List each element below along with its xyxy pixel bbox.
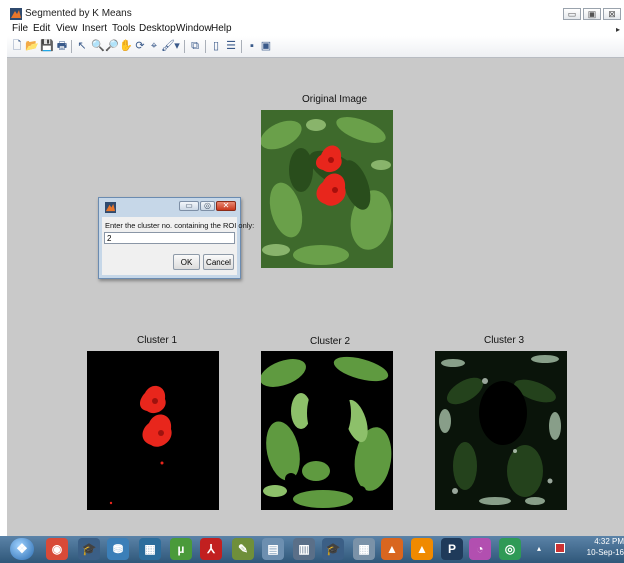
dialog-maximize-button[interactable]: ◎ [200, 201, 215, 211]
network-app-icon[interactable]: ⛃ [107, 538, 129, 560]
dialog-close-button[interactable]: ✕ [216, 201, 236, 211]
picasa-icon[interactable]: ◔ [469, 538, 491, 560]
close-button[interactable]: ⊠ [603, 8, 621, 20]
cluster-3-image [435, 351, 567, 510]
start-button[interactable]: ❖ [10, 538, 34, 560]
dialog-body: Enter the cluster no. containing the ROI… [102, 217, 254, 275]
original-image [261, 110, 393, 268]
matlab-logo-icon [105, 202, 116, 213]
toolbar-separator [205, 40, 206, 53]
menu-window[interactable]: Window [176, 23, 212, 34]
zoom-in-icon[interactable]: 🔍 [91, 39, 105, 53]
maximize-button[interactable]: ▣ [583, 8, 601, 20]
cluster-1-image [87, 351, 219, 510]
menu-desktop[interactable]: Desktop [139, 23, 176, 34]
cluster-input-dialog: ▭ ◎ ✕ Enter the cluster no. containing t… [98, 197, 254, 279]
menu-edit[interactable]: Edit [33, 23, 50, 34]
menu-bar: File Edit View Insert Tools Desktop Wind… [7, 22, 624, 36]
notification-area-icon[interactable]: ▴ [533, 540, 545, 558]
graduation-app-2-icon[interactable]: 🎓 [322, 538, 344, 560]
figure-toolbar: 🗋 📂 💾 🖶 ↖ 🔍 🔎 ✋ ⟳ ⌖ 🖌 ▾ ⧉ ▯ ☰ ▪ ▣ [7, 36, 624, 58]
menu-insert[interactable]: Insert [82, 23, 107, 34]
hide-plot-tools-icon[interactable]: ▪ [245, 39, 259, 53]
dialog-minimize-button[interactable]: ▭ [179, 201, 199, 211]
menu-overflow-icon[interactable]: ▸ [616, 25, 620, 34]
menu-tools[interactable]: Tools [112, 23, 135, 34]
show-plot-tools-icon[interactable]: ▣ [259, 39, 273, 53]
matlab-logo-icon [10, 8, 22, 20]
menu-help[interactable]: Help [211, 23, 232, 34]
menu-view[interactable]: View [56, 23, 78, 34]
zoom-out-icon[interactable]: 🔎 [105, 39, 119, 53]
chrome-icon[interactable]: ◉ [46, 538, 68, 560]
title-bar[interactable]: Segmented by K Means ▭ ▣ ⊠ [7, 6, 624, 22]
pan-hand-icon[interactable]: ✋ [119, 39, 133, 53]
cluster-1-title: Cluster 1 [137, 335, 178, 346]
cluster-2-title: Cluster 2 [310, 336, 351, 347]
toolbar-separator [241, 40, 242, 53]
window-title: Segmented by K Means [25, 8, 132, 19]
paint-tools-icon[interactable]: ✎ [232, 538, 254, 560]
ok-button[interactable]: OK [173, 254, 200, 270]
cluster-3-title: Cluster 3 [484, 335, 525, 346]
minimize-button[interactable]: ▭ [563, 8, 581, 20]
legend-icon[interactable]: ☰ [224, 39, 238, 53]
tripadvisor-icon[interactable]: ◎ [499, 538, 521, 560]
edit-plot-arrow-icon[interactable]: ↖ [75, 39, 89, 53]
toolbar-separator [71, 40, 72, 53]
graduation-app-icon[interactable]: 🎓 [78, 538, 100, 560]
photo-app-icon[interactable]: ▦ [139, 538, 161, 560]
document-viewer-icon[interactable]: ▥ [293, 538, 315, 560]
menu-file[interactable]: File [12, 23, 28, 34]
vlc-icon[interactable]: ▲ [411, 538, 433, 560]
cancel-button[interactable]: Cancel [203, 254, 234, 270]
save-icon[interactable]: 💾 [40, 39, 54, 53]
new-figure-icon[interactable]: 🗋 [10, 39, 24, 53]
brush-dropdown-icon[interactable]: ▾ [173, 39, 181, 53]
data-cursor-icon[interactable]: ⌖ [147, 39, 161, 53]
pdf-reader-icon[interactable]: ⅄ [200, 538, 222, 560]
colorbar-icon[interactable]: ▯ [209, 39, 223, 53]
toolbar-separator [184, 40, 185, 53]
cluster-number-input[interactable] [104, 232, 235, 244]
matlab-icon[interactable]: ▲ [381, 538, 403, 560]
open-file-icon[interactable]: 📂 [25, 39, 39, 53]
original-image-title: Original Image [302, 94, 368, 105]
dialog-prompt: Enter the cluster no. containing the ROI… [105, 221, 255, 230]
calculator-icon[interactable]: ▦ [353, 538, 375, 560]
network-status-icon[interactable] [555, 543, 565, 553]
taskbar: ❖ ◉ 🎓 ⛃ ▦ µ ⅄ ✎ ▤ ▥ 🎓 ▦ ▲ ▲ P ◔ ◎ ▴ 4:32… [0, 536, 624, 563]
print-icon[interactable]: 🖶 [55, 39, 69, 53]
p-app-icon[interactable]: P [441, 538, 463, 560]
link-plot-icon[interactable]: ⧉ [188, 39, 202, 53]
rotate-3d-icon[interactable]: ⟳ [133, 39, 147, 53]
notepad-icon[interactable]: ▤ [262, 538, 284, 560]
cluster-2-image [261, 351, 393, 510]
utorrent-icon[interactable]: µ [170, 538, 192, 560]
